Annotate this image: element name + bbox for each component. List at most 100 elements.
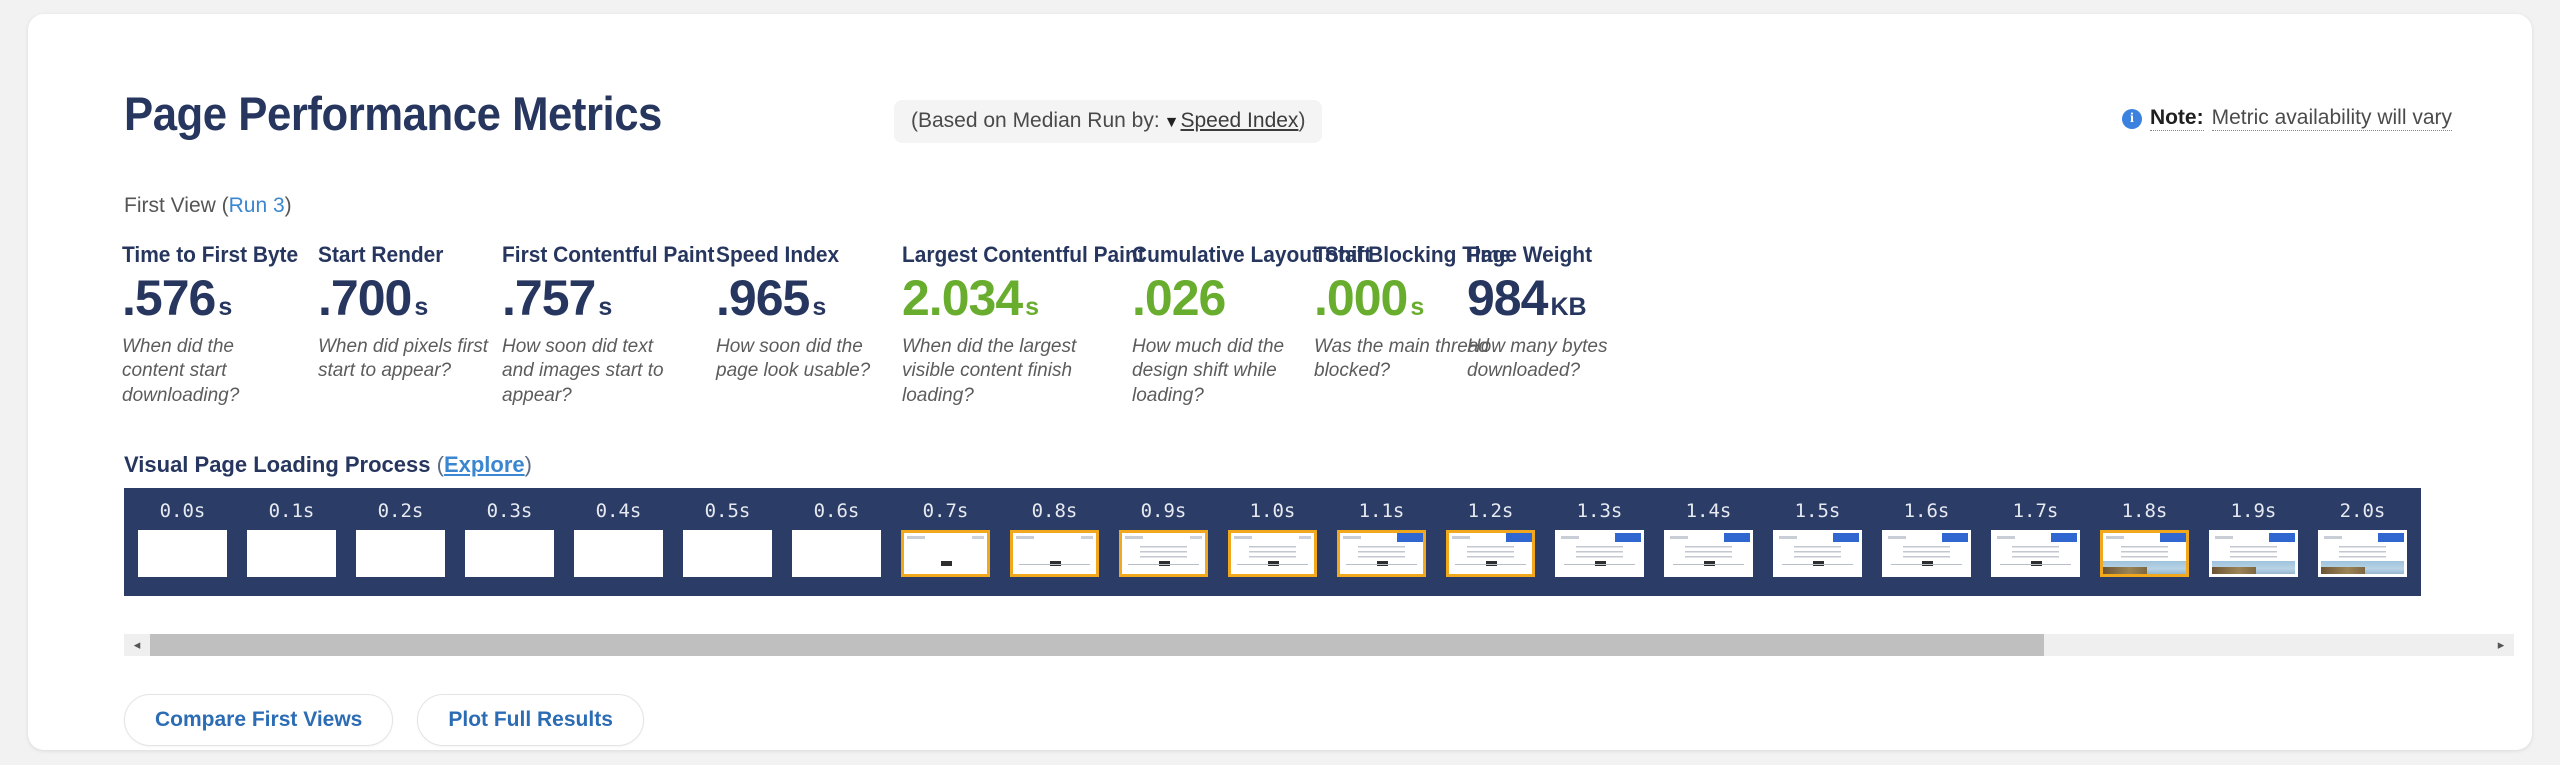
metric-description: How soon did text and images start to ap… [502, 335, 664, 406]
frame-thumbnail[interactable] [138, 530, 227, 577]
scroll-right-arrow-icon[interactable]: ▸ [2488, 634, 2514, 656]
filmstrip-frame[interactable]: 1.7s [1981, 488, 2090, 577]
metric-unit: s [1025, 293, 1040, 321]
filmstrip[interactable]: 0.0s 0.1s 0.2s 0.3s 0.4s 0.5s 0.6s 0.7s 0.8s 0.9s… [124, 488, 2421, 596]
visual-loading-heading: Visual Page Loading Process (Explore) [124, 452, 532, 478]
metric-number: .000 [1314, 270, 1408, 326]
explore-open-paren: ( [436, 452, 444, 477]
metric-title: Page Weight [1467, 242, 1593, 267]
frame-thumbnail[interactable] [1010, 530, 1099, 577]
metric-number: .757 [502, 270, 596, 326]
filmstrip-frame[interactable]: 1.9s [2199, 488, 2308, 577]
metric-title: Start Render [318, 242, 444, 267]
thumb-logo [1779, 536, 1797, 539]
first-view-run-line: First View (Run 3) [124, 194, 292, 218]
filmstrip-frame[interactable]: 1.6s [1872, 488, 1981, 577]
metric-title: Speed Index [716, 242, 840, 267]
filmstrip-frame[interactable]: 0.8s [1000, 488, 1109, 577]
frame-time-label: 0.2s [377, 500, 424, 522]
metric-unit: s [1410, 293, 1425, 321]
filmstrip-scrollbar[interactable]: ◂ ▸ [124, 634, 2514, 656]
frame-thumbnail[interactable] [1446, 530, 1535, 577]
median-run-selector[interactable]: (Based on Median Run by: ▼Speed Index) [894, 100, 1323, 143]
frame-thumbnail[interactable] [356, 530, 445, 577]
frame-time-label: 1.2s [1467, 500, 1514, 522]
metric-number: 984 [1467, 270, 1548, 326]
thumb-blue-banner [1615, 533, 1641, 542]
frame-thumbnail[interactable] [465, 530, 554, 577]
thumb-rule [1673, 564, 1744, 565]
frame-time-label: 0.0s [159, 500, 206, 522]
run-link[interactable]: Run 3 [229, 194, 285, 217]
frame-thumbnail[interactable] [1555, 530, 1644, 577]
action-buttons: Compare First Views Plot Full Results [124, 694, 644, 746]
thumb-nav [1081, 536, 1093, 539]
frame-thumbnail[interactable] [1337, 530, 1426, 577]
chevron-down-icon[interactable]: ▼ [1160, 114, 1181, 131]
filmstrip-frame[interactable]: 0.0s [128, 488, 237, 577]
filmstrip-frame[interactable]: 0.2s [346, 488, 455, 577]
plot-full-results-button[interactable]: Plot Full Results [417, 694, 644, 746]
metric-value: .576 s [122, 272, 307, 325]
thumb-rule [2000, 564, 2071, 565]
frame-time-label: 0.4s [595, 500, 642, 522]
metric-description: When did pixels first start to appear? [318, 335, 489, 382]
thumb-text-block [2121, 546, 2168, 560]
filmstrip-frame[interactable]: 0.5s [673, 488, 782, 577]
frame-thumbnail[interactable] [1991, 530, 2080, 577]
filmstrip-frame[interactable]: 1.8s [2090, 488, 2199, 577]
metric-unit: s [598, 293, 613, 321]
filmstrip-frame[interactable]: 0.7s [891, 488, 1000, 577]
metric-title: First Contentful Paint [502, 242, 715, 267]
filmstrip-frame[interactable]: 0.1s [237, 488, 346, 577]
frame-thumbnail[interactable] [683, 530, 772, 577]
thumb-text-block [2339, 546, 2386, 560]
thumb-text-block [1903, 546, 1950, 560]
frame-thumbnail[interactable] [792, 530, 881, 577]
frame-time-label: 0.1s [268, 500, 315, 522]
frame-time-label: 0.9s [1140, 500, 1187, 522]
frame-time-label: 1.0s [1249, 500, 1296, 522]
frame-thumbnail[interactable] [1773, 530, 1862, 577]
scrollbar-track[interactable] [150, 634, 2488, 656]
filmstrip-frame[interactable]: 1.1s [1327, 488, 1436, 577]
median-run-value[interactable]: Speed Index [1181, 109, 1299, 132]
metric-value: 2.034 s [902, 272, 1157, 325]
filmstrip-frame[interactable]: 0.9s [1109, 488, 1218, 577]
filmstrip-frame[interactable]: 0.4s [564, 488, 673, 577]
metric-description: How much did the design shift while load… [1132, 335, 1285, 406]
thumb-text-block [1467, 546, 1514, 560]
thumb-logo [1452, 536, 1470, 539]
metric-description: Was the main thread blocked? [1314, 335, 1489, 382]
scroll-left-arrow-icon[interactable]: ◂ [124, 634, 150, 656]
filmstrip-frame[interactable]: 0.3s [455, 488, 564, 577]
filmstrip-frame[interactable]: 1.5s [1763, 488, 1872, 577]
frame-thumbnail[interactable] [901, 530, 990, 577]
metric-value: .965 s [716, 272, 894, 325]
frame-thumbnail[interactable] [1228, 530, 1317, 577]
filmstrip-frame[interactable]: 2.0s [2308, 488, 2417, 577]
frame-thumbnail[interactable] [1664, 530, 1753, 577]
explore-link[interactable]: Explore [444, 452, 525, 477]
filmstrip-frame[interactable]: 1.2s [1436, 488, 1545, 577]
frame-thumbnail[interactable] [1882, 530, 1971, 577]
filmstrip-frame[interactable]: 1.4s [1654, 488, 1763, 577]
thumb-text-block [1794, 546, 1841, 560]
frame-thumbnail[interactable] [2100, 530, 2189, 577]
frame-thumbnail[interactable] [574, 530, 663, 577]
metric-value: .757 s [502, 272, 726, 325]
filmstrip-frame[interactable]: 0.6s [782, 488, 891, 577]
filmstrip-frame[interactable]: 1.3s [1545, 488, 1654, 577]
frame-thumbnail[interactable] [247, 530, 336, 577]
thumb-logo [2215, 536, 2233, 539]
frame-thumbnail[interactable] [2209, 530, 2298, 577]
frame-thumbnail[interactable] [1119, 530, 1208, 577]
filmstrip-frame[interactable]: 1.0s [1218, 488, 1327, 577]
frame-time-label: 1.7s [2012, 500, 2059, 522]
compare-first-views-button[interactable]: Compare First Views [124, 694, 394, 746]
scrollbar-thumb[interactable] [150, 634, 2044, 656]
frame-thumbnail[interactable] [2318, 530, 2407, 577]
thumb-blue-banner [1397, 533, 1423, 542]
metric-unit: KB [1550, 293, 1587, 321]
metric-availability-note: i Note: Metric availability will vary [2121, 106, 2452, 131]
